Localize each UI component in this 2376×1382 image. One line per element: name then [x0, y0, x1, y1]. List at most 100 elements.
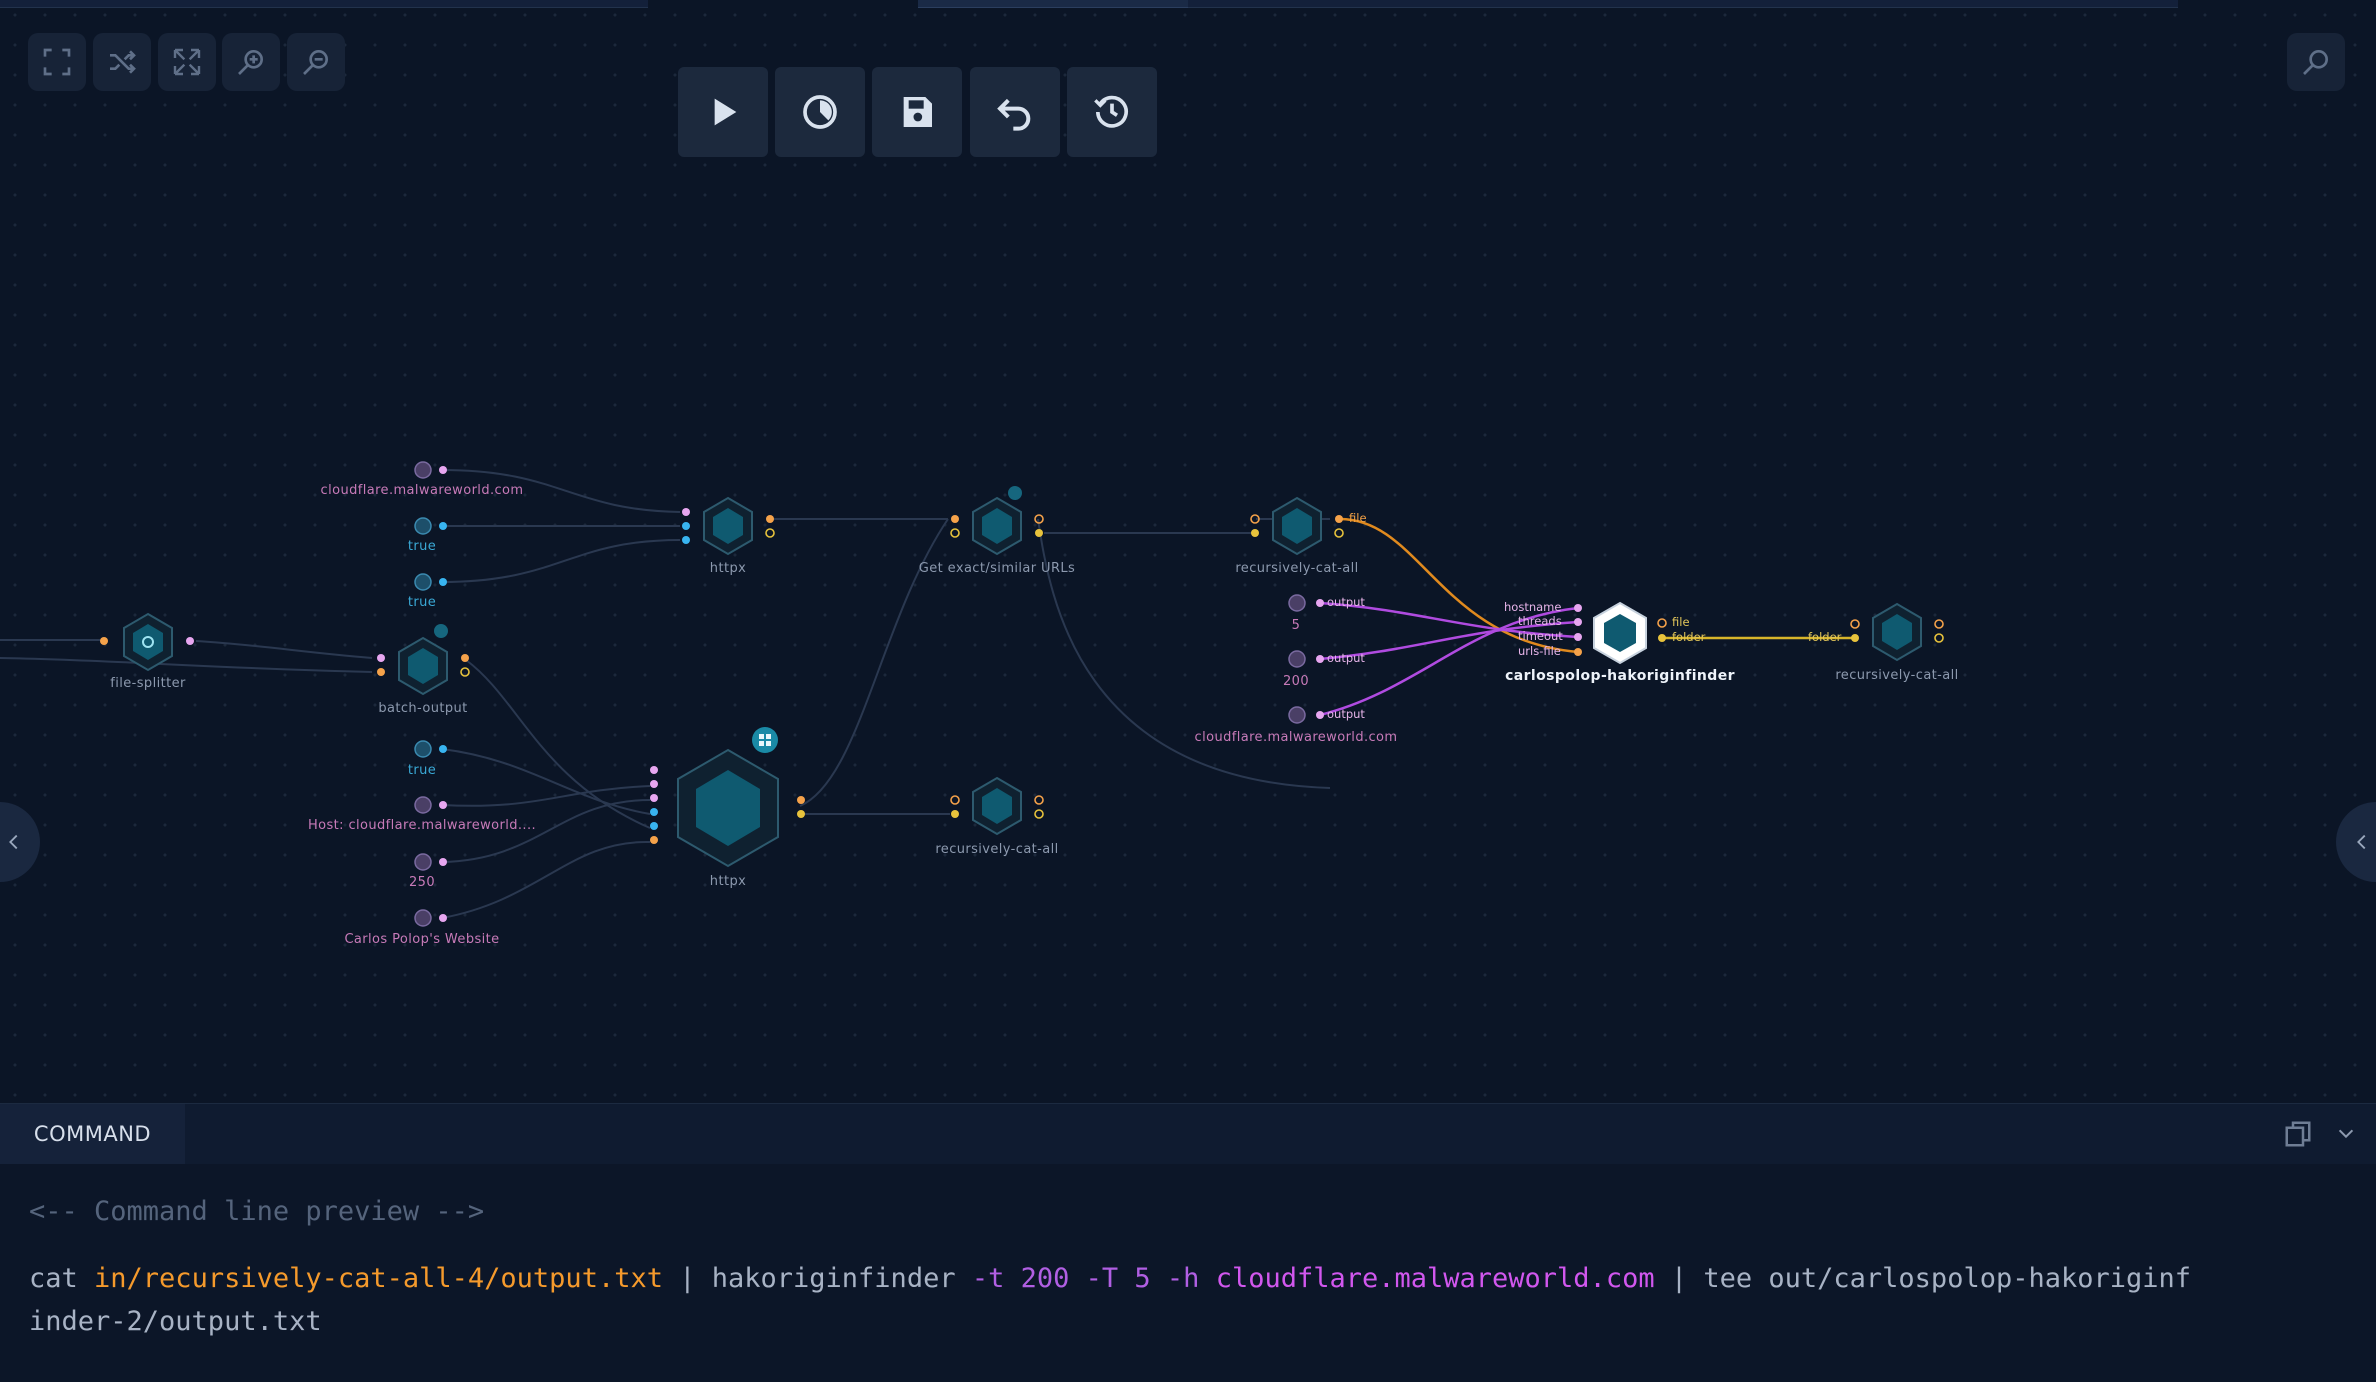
chevron-left-icon — [2357, 834, 2366, 850]
node-batch-output — [377, 624, 470, 696]
node-httpx-big — [650, 727, 805, 868]
param-label: 200 — [1282, 674, 1310, 689]
port-dot — [1316, 599, 1324, 607]
param-label: cloudflare.malwareworld.com — [1194, 730, 1398, 745]
search-button[interactable] — [2287, 33, 2345, 91]
param-label: true — [407, 763, 437, 778]
zoom-in-icon — [238, 49, 263, 75]
port-dot — [439, 466, 447, 474]
param-nodes — [414, 461, 1306, 927]
param-node — [1288, 594, 1306, 612]
param-node — [1288, 650, 1306, 668]
port-label: hostname — [1504, 600, 1562, 614]
command-part-host: cloudflare.malwareworld.com — [1215, 1263, 1655, 1294]
node-label: httpx — [709, 561, 747, 576]
param-label: Host: cloudflare.malwareworld.... — [307, 818, 537, 833]
edge-line — [441, 748, 651, 815]
command-line[interactable]: cat in/recursively-cat-all-4/output.txt … — [29, 1257, 2191, 1343]
port-dot — [439, 745, 447, 753]
port-label: threads — [1518, 614, 1562, 628]
param-label: 5 — [1291, 618, 1301, 633]
port-label: file — [1672, 615, 1690, 629]
node-cat-right — [1850, 602, 1944, 662]
edge-line — [1037, 518, 1331, 789]
port-dot — [439, 858, 447, 866]
node-get-urls — [950, 486, 1044, 556]
zoom-out-button[interactable] — [287, 33, 345, 91]
node-cat-bottom — [950, 776, 1044, 836]
command-part: | hakoriginfinder — [662, 1263, 972, 1294]
edge-line — [441, 840, 651, 919]
param-node — [1288, 706, 1306, 724]
port-label: folder — [1808, 630, 1842, 644]
port-label: timeout — [1518, 629, 1563, 643]
port-label: output — [1327, 595, 1365, 609]
node-cat-top — [1250, 496, 1344, 556]
collapse-button[interactable] — [2330, 1118, 2362, 1150]
param-label: cloudflare.malwareworld.com — [320, 483, 524, 498]
save-button[interactable] — [872, 67, 962, 157]
node-label: recursively-cat-all — [1235, 561, 1359, 576]
param-label: Carlos Polop's Website — [344, 932, 500, 947]
node-label: recursively-cat-all — [1835, 668, 1959, 683]
search-icon — [2303, 49, 2328, 75]
command-part: inder-2/output.txt — [29, 1306, 322, 1337]
shuffle-icon — [110, 50, 136, 74]
shuffle-button[interactable] — [93, 33, 151, 91]
expand-button[interactable] — [158, 33, 216, 91]
fit-view-icon — [43, 48, 71, 76]
fit-view-button[interactable] — [28, 33, 86, 91]
port-label: file — [1349, 511, 1367, 525]
command-panel-header: COMMAND — [0, 1104, 2376, 1164]
schedule-button[interactable] — [775, 67, 865, 157]
port-dot — [439, 801, 447, 809]
node-label: recursively-cat-all — [935, 842, 1059, 857]
command-preview-comment: <-- Command line preview --> — [29, 1196, 485, 1227]
command-panel: COMMAND <-- Command line preview --> cat… — [0, 1104, 2376, 1382]
undo-button[interactable] — [970, 67, 1060, 157]
port-dot — [439, 522, 447, 530]
command-part: | tee out/carlospolop-hakoriginf — [1654, 1263, 2192, 1294]
play-icon — [714, 98, 737, 126]
command-part-flags: -t 200 -T 5 -h — [971, 1263, 1216, 1294]
param-node — [414, 573, 432, 591]
port-dot — [439, 578, 447, 586]
undo-icon — [997, 98, 1031, 131]
expand-icon — [173, 48, 201, 76]
port-dot — [1316, 711, 1324, 719]
port-label: urls-file — [1518, 644, 1561, 658]
param-label: true — [407, 539, 437, 554]
edge-line — [195, 640, 373, 659]
param-node — [414, 853, 432, 871]
param-label: true — [407, 595, 437, 610]
copy-button[interactable] — [2282, 1118, 2314, 1150]
port-dot — [439, 914, 447, 922]
param-node — [414, 909, 432, 927]
node-httpx-top — [682, 496, 775, 556]
run-button[interactable] — [678, 67, 768, 157]
history-icon — [1094, 95, 1128, 128]
port-label: folder — [1672, 630, 1706, 644]
chevron-left-icon — [9, 834, 18, 850]
edge-line — [0, 657, 373, 673]
node-label: httpx — [709, 874, 747, 889]
node-label: file-splitter — [110, 676, 186, 691]
node-label-selected: carlospolop-hakoriginfinder — [1505, 668, 1735, 684]
save-icon — [903, 97, 932, 127]
zoom-in-button[interactable] — [222, 33, 280, 91]
command-part: cat — [29, 1263, 95, 1294]
history-button[interactable] — [1067, 67, 1157, 157]
node-label: Get exact/similar URLs — [918, 561, 1076, 576]
chevron-down-icon — [2338, 1129, 2354, 1139]
edge-line — [441, 539, 681, 583]
port-label: output — [1327, 707, 1365, 721]
param-node — [414, 796, 432, 814]
port-dot — [1316, 655, 1324, 663]
param-node — [414, 740, 432, 758]
zoom-out-icon — [303, 49, 328, 75]
copy-icon — [2285, 1121, 2311, 1147]
param-node — [414, 517, 432, 535]
workflow-canvas[interactable]: cloudflare.malwareworld.com true true tr… — [0, 0, 2376, 1104]
command-tab[interactable]: COMMAND — [0, 1104, 185, 1164]
command-part-input-file: in/recursively-cat-all-4/output.txt — [94, 1263, 663, 1294]
